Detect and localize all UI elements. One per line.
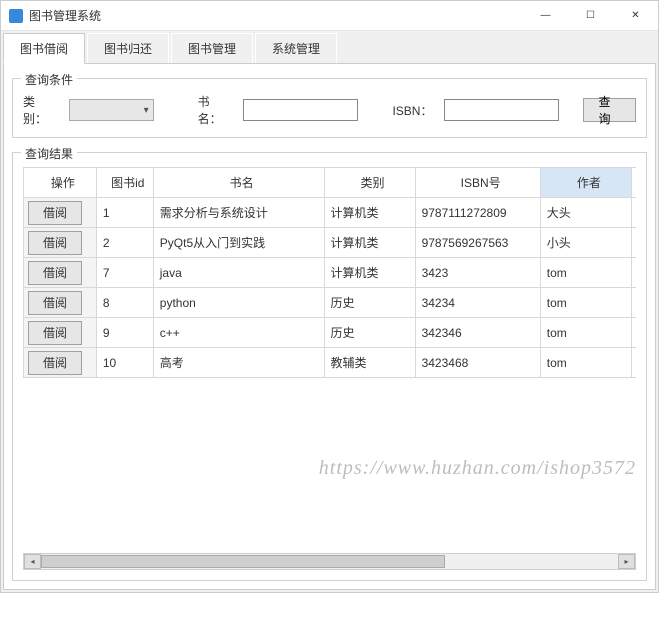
table-row[interactable]: 借阅 7java计算机类3423tom苏家屯 [24, 258, 637, 288]
title-label: 书名： [198, 93, 232, 127]
cell-id: 1 [96, 198, 153, 228]
table-row[interactable]: 借阅 2PyQt5从入门到实践计算机类9787569267563小头吉林大学 [24, 228, 637, 258]
minimize-button[interactable]: — [523, 1, 568, 30]
cell-publisher: 苏家屯 [631, 258, 636, 288]
borrow-button[interactable]: 借阅 [28, 261, 82, 285]
search-group-title: 查询条件 [21, 71, 77, 88]
col-header-id[interactable]: 图书id [96, 168, 153, 198]
borrow-button[interactable]: 借阅 [28, 291, 82, 315]
cell-isbn: 342346 [415, 318, 540, 348]
cell-author: tom [540, 258, 631, 288]
cell-isbn: 9787111272809 [415, 198, 540, 228]
cell-id: 8 [96, 288, 153, 318]
table-row[interactable]: 借阅 1需求分析与系统设计计算机类9787111272809大头机械工业 [24, 198, 637, 228]
cell-name: python [153, 288, 324, 318]
cell-author: 大头 [540, 198, 631, 228]
isbn-label: ISBN： [392, 102, 432, 119]
search-button[interactable]: 查询 [583, 98, 636, 122]
tab-return[interactable]: 图书归还 [87, 33, 169, 64]
results-group-title: 查询结果 [21, 145, 77, 162]
cell-isbn: 3423468 [415, 348, 540, 378]
cell-isbn: 9787569267563 [415, 228, 540, 258]
cell-publisher: 吉林大学 [631, 228, 636, 258]
app-window: 图书管理系统 — ☐ ✕ 图书借阅 图书归还 图书管理 系统管理 查询条件 类别… [0, 0, 659, 593]
cell-id: 2 [96, 228, 153, 258]
cell-id: 10 [96, 348, 153, 378]
cell-category: 计算机类 [324, 228, 415, 258]
col-header-category[interactable]: 类别 [324, 168, 415, 198]
borrow-button[interactable]: 借阅 [28, 231, 82, 255]
close-button[interactable]: ✕ [613, 1, 658, 30]
cell-publisher: 苏家屯 [631, 288, 636, 318]
cell-author: tom [540, 288, 631, 318]
cell-isbn: 3423 [415, 258, 540, 288]
cell-author: 小头 [540, 228, 631, 258]
scroll-right-button[interactable]: ▸ [618, 554, 635, 569]
window-controls: — ☐ ✕ [523, 1, 658, 30]
cell-name: 高考 [153, 348, 324, 378]
scroll-left-button[interactable]: ◂ [24, 554, 41, 569]
scroll-track[interactable] [41, 554, 618, 569]
cell-category: 历史 [324, 318, 415, 348]
cell-publisher: 苏家屯 [631, 348, 636, 378]
cell-category: 计算机类 [324, 258, 415, 288]
col-header-isbn[interactable]: ISBN号 [415, 168, 540, 198]
col-header-publisher[interactable]: 出版 [631, 168, 636, 198]
title-input[interactable] [243, 99, 358, 121]
cell-publisher: 苏家屯 [631, 318, 636, 348]
borrow-button[interactable]: 借阅 [28, 351, 82, 375]
table-container: 操作 图书id 书名 类别 ISBN号 作者 出版 借阅 1需求分析与系统设计计算… [23, 167, 636, 553]
titlebar: 图书管理系统 — ☐ ✕ [1, 1, 658, 31]
cell-name: java [153, 258, 324, 288]
cell-isbn: 34234 [415, 288, 540, 318]
cell-author: tom [540, 318, 631, 348]
window-title: 图书管理系统 [29, 7, 523, 24]
search-group: 查询条件 类别： 书名： ISBN： 查询 [12, 78, 647, 138]
cell-name: 需求分析与系统设计 [153, 198, 324, 228]
borrow-button[interactable]: 借阅 [28, 201, 82, 225]
tab-content: 查询条件 类别： 书名： ISBN： 查询 查询结果 操作 [3, 63, 656, 590]
cell-category: 教辅类 [324, 348, 415, 378]
col-header-op[interactable]: 操作 [24, 168, 97, 198]
scroll-thumb[interactable] [41, 555, 445, 568]
cell-id: 9 [96, 318, 153, 348]
isbn-input[interactable] [444, 99, 559, 121]
cell-publisher: 机械工业 [631, 198, 636, 228]
results-group: 查询结果 操作 图书id 书名 类别 ISBN号 作者 出版 [12, 152, 647, 581]
table-row[interactable]: 借阅 10高考教辅类3423468tom苏家屯 [24, 348, 637, 378]
tab-borrow[interactable]: 图书借阅 [3, 33, 85, 64]
table-row[interactable]: 借阅 9c++历史342346tom苏家屯 [24, 318, 637, 348]
borrow-button[interactable]: 借阅 [28, 321, 82, 345]
tab-bar: 图书借阅 图书归还 图书管理 系统管理 [1, 31, 658, 64]
cell-author: tom [540, 348, 631, 378]
category-label: 类别： [23, 93, 57, 127]
cell-name: PyQt5从入门到实践 [153, 228, 324, 258]
cell-id: 7 [96, 258, 153, 288]
search-row: 类别： 书名： ISBN： 查询 [23, 93, 636, 127]
cell-category: 历史 [324, 288, 415, 318]
col-header-author[interactable]: 作者 [540, 168, 631, 198]
tab-system[interactable]: 系统管理 [255, 33, 337, 64]
cell-category: 计算机类 [324, 198, 415, 228]
table-header-row: 操作 图书id 书名 类别 ISBN号 作者 出版 [24, 168, 637, 198]
results-table: 操作 图书id 书名 类别 ISBN号 作者 出版 借阅 1需求分析与系统设计计算… [23, 167, 636, 378]
tab-manage-books[interactable]: 图书管理 [171, 33, 253, 64]
category-combobox[interactable] [69, 99, 154, 121]
app-icon [9, 9, 23, 23]
cell-name: c++ [153, 318, 324, 348]
maximize-button[interactable]: ☐ [568, 1, 613, 30]
table-row[interactable]: 借阅 8python历史34234tom苏家屯 [24, 288, 637, 318]
col-header-name[interactable]: 书名 [153, 168, 324, 198]
horizontal-scrollbar[interactable]: ◂ ▸ [23, 553, 636, 570]
